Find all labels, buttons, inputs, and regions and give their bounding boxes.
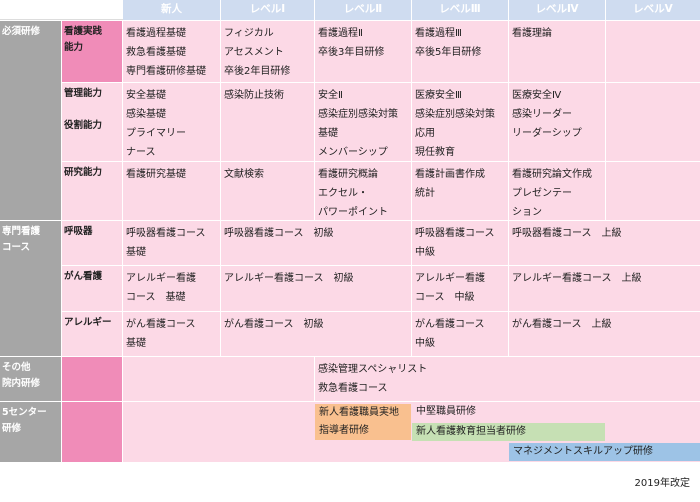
- category-required: 必須研修: [0, 21, 61, 220]
- cell-mgmt-l1: 感染防止技術: [221, 83, 314, 161]
- cell-practice-l1: フィジカル アセスメント 卒後2年目研修: [221, 21, 314, 82]
- cell-research-l1: 文献検索: [221, 162, 314, 220]
- category-other: その他 院内研修: [0, 357, 61, 401]
- header-level3: レベルⅢ: [412, 0, 508, 20]
- cell-mgmt-l5: [606, 83, 700, 161]
- bar-management-skillup-training: マネジメントスキルアップ研修: [509, 443, 700, 461]
- cell-research-new: 看護研究基礎: [123, 162, 220, 220]
- cell-resp-l4: 呼吸器看護コース 上級: [509, 221, 700, 265]
- cell-allergy-new: がん看護コース 基礎: [123, 312, 220, 356]
- bar-preceptor-training: 新人看護職員実地 指導者研修: [315, 404, 411, 440]
- cell-allergy-l1: がん看護コース 初級: [221, 312, 411, 356]
- cell-practice-new: 看護過程基礎 救急看護基礎 専門看護研修基礎: [123, 21, 220, 82]
- subcategory-other-blank: [62, 357, 122, 401]
- header-corner: [0, 0, 123, 20]
- category-center: 5センター 研修: [0, 402, 61, 462]
- category-specialist: 専門看護 コース: [0, 221, 61, 356]
- cell-research-l3: 看護計画書作成 統計: [412, 162, 508, 220]
- cell-resp-l3: 呼吸器看護コース 中級: [412, 221, 508, 265]
- cell-research-l2: 看護研究概論 エクセル・ パワーポイント: [315, 162, 411, 220]
- cell-research-l5: [606, 162, 700, 220]
- subcategory-practice: 看護実践 能力: [62, 21, 122, 82]
- cell-cancer-l4: アレルギー看護コース 上級: [509, 266, 700, 311]
- subcategory-management: 管理能力 役割能力: [62, 83, 122, 161]
- header-level1: レベルⅠ: [221, 0, 314, 20]
- header-new: 新人: [123, 0, 220, 20]
- revision-note: 2019年改定: [634, 478, 690, 489]
- cell-mgmt-l4: 医療安全Ⅳ 感染リーダー リーダーシップ: [509, 83, 605, 161]
- cell-mgmt-l2: 安全Ⅱ 感染症別感染対策 基礎 メンバーシップ: [315, 83, 411, 161]
- bar-new-nurse-educator-training: 新人看護教育担当者研修: [412, 423, 605, 441]
- subcategory-center-blank: [62, 402, 122, 462]
- cell-practice-l5: [606, 21, 700, 82]
- cell-practice-l3: 看護過程Ⅲ 卒後5年目研修: [412, 21, 508, 82]
- cell-practice-l2: 看護過程Ⅱ 卒後3年目研修: [315, 21, 411, 82]
- cell-resp-new: 呼吸器看護コース 基礎: [123, 221, 220, 265]
- subcategory-respiratory: 呼吸器: [62, 221, 122, 265]
- bar-midcareer-training: 中堅職員研修: [416, 406, 476, 417]
- header-level4: レベルⅣ: [509, 0, 605, 20]
- subcategory-allergy: アレルギー: [62, 312, 122, 356]
- header-level5: レベルⅤ: [606, 0, 700, 20]
- header-level2: レベルⅡ: [315, 0, 411, 20]
- cell-cancer-l1: アレルギー看護コース 初級: [221, 266, 411, 311]
- cell-cancer-l3: アレルギー看護 コース 中級: [412, 266, 508, 311]
- cell-mgmt-new: 安全基礎 感染基礎 プライマリー ナース: [123, 83, 220, 161]
- cell-mgmt-l3: 医療安全Ⅲ 感染症別感染対策 応用 現任教育: [412, 83, 508, 161]
- cell-other-l2: 感染管理スペシャリスト 救急看護コース: [315, 357, 700, 401]
- cell-allergy-l4: がん看護コース 上級: [509, 312, 700, 356]
- cell-resp-l1: 呼吸器看護コース 初級: [221, 221, 411, 265]
- cell-practice-l4: 看護理論: [509, 21, 605, 82]
- cell-other-left: [123, 357, 314, 401]
- subcategory-research: 研究能力: [62, 162, 122, 220]
- cell-research-l4: 看護研究論文作成 プレゼンテー ション: [509, 162, 605, 220]
- cell-allergy-l3: がん看護コース 中級: [412, 312, 508, 356]
- subcategory-cancer: がん看護: [62, 266, 122, 311]
- cell-cancer-new: アレルギー看護 コース 基礎: [123, 266, 220, 311]
